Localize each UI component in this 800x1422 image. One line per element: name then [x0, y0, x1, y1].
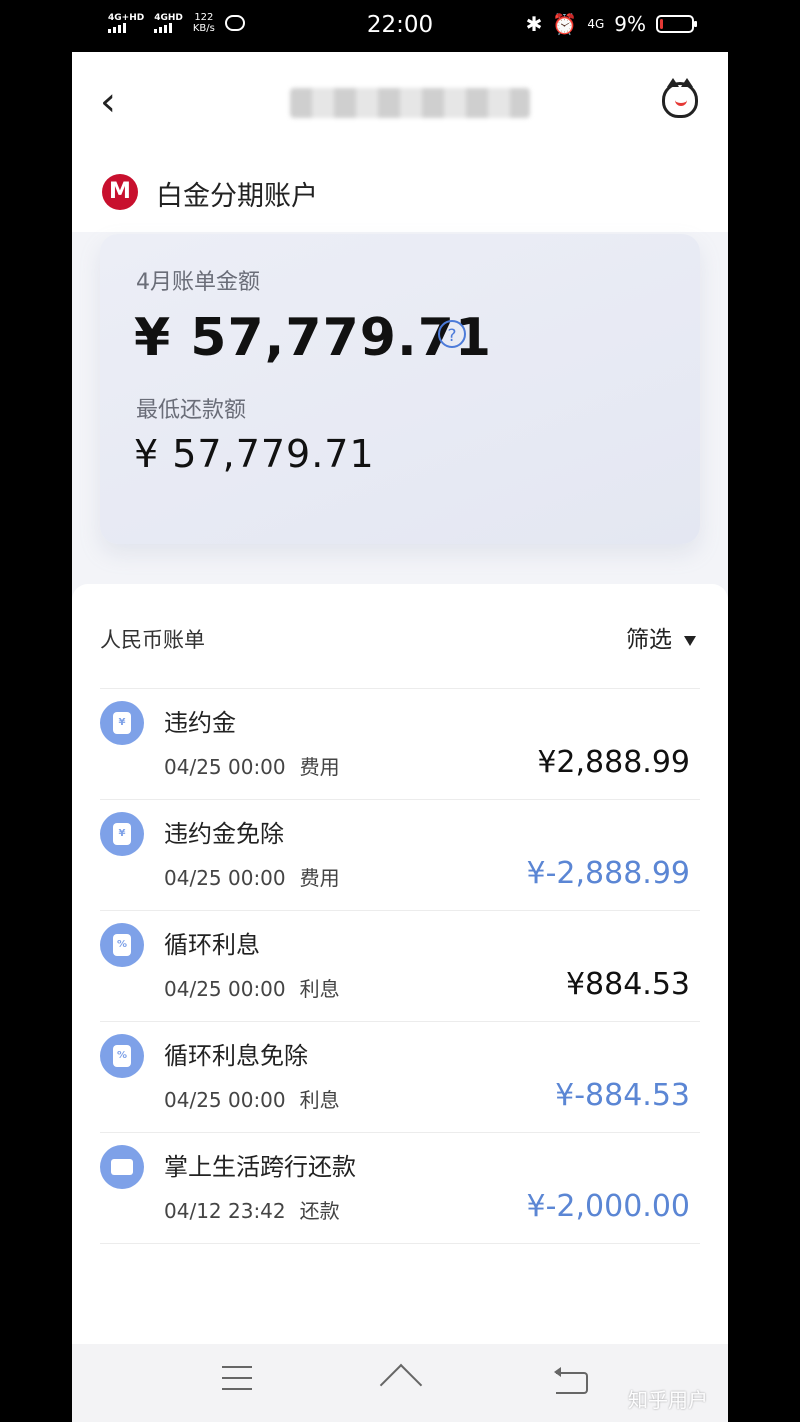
bluetooth-icon: ✱ — [525, 12, 543, 36]
bill-amount-label: 4月账单金额 — [136, 270, 260, 295]
section-title: 人民币账单 — [100, 628, 205, 652]
row-tag: 费用 — [299, 755, 340, 779]
row-amount: ¥-2,000.00 — [526, 1189, 690, 1224]
back-chevron-icon[interactable]: ‹ — [100, 82, 116, 122]
watermark: 知乎用户 — [628, 1388, 708, 1412]
network-type: 4G — [587, 17, 605, 31]
bill-summary-card: 4月账单金额 ¥ 57,779.71 ? 最低还款额 ¥ 57,779.71 — [100, 234, 700, 544]
row-meta: 04/25 00:00 费用 — [164, 862, 340, 891]
home-icon[interactable] — [382, 1364, 422, 1394]
row-datetime: 04/25 00:00 — [164, 866, 286, 890]
row-meta: 04/25 00:00 费用 — [164, 751, 340, 780]
yuan-doc-icon: ¥ — [100, 812, 144, 856]
battery-percent: 9% — [614, 12, 646, 36]
row-amount: ¥-884.53 — [555, 1078, 690, 1113]
row-title: 掌上生活跨行还款 — [164, 1153, 356, 1181]
menu-icon[interactable] — [222, 1366, 252, 1399]
row-meta: 04/25 00:00 利息 — [164, 1084, 340, 1113]
card-icon — [100, 1145, 144, 1189]
row-datetime: 04/25 00:00 — [164, 755, 286, 779]
battery-fill — [660, 19, 663, 29]
row-datetime: 04/12 23:42 — [164, 1199, 286, 1223]
filter-funnel-icon — [684, 635, 696, 646]
blurred-title — [290, 88, 530, 118]
filter-button[interactable]: 筛选 — [626, 620, 696, 654]
back-icon[interactable] — [554, 1367, 588, 1394]
row-amount: ¥2,888.99 — [537, 745, 690, 780]
status-right: ✱ ⏰ 4G 9% — [525, 12, 697, 36]
min-payment-label: 最低还款额 — [136, 398, 247, 423]
row-tag: 费用 — [299, 866, 340, 890]
row-title: 循环利息免除 — [164, 1042, 308, 1070]
alarm-icon: ⏰ — [552, 12, 578, 36]
battery-icon — [656, 15, 697, 33]
row-title: 循环利息 — [164, 931, 260, 959]
min-payment-amount: ¥ 57,779.71 — [134, 432, 375, 476]
status-bar: 4G+HD 4GHD 122 KB/s 22:00 ✱ ⏰ 4G 9% — [0, 0, 800, 52]
row-meta: 04/12 23:42 还款 — [164, 1195, 340, 1224]
row-meta: 04/25 00:00 利息 — [164, 973, 340, 1002]
nav-bar: ‹ — [72, 52, 728, 152]
table-row[interactable]: % 循环利息 04/25 00:00 利息 ¥884.53 — [100, 911, 700, 1022]
help-icon[interactable]: ? — [438, 320, 466, 348]
yuan-doc-icon: ¥ — [100, 701, 144, 745]
account-header: M 白金分期账户 — [72, 152, 728, 232]
cat-mascot-icon[interactable] — [662, 78, 698, 118]
table-row[interactable]: 掌上生活跨行还款 04/12 23:42 还款 ¥-2,000.00 — [100, 1133, 700, 1244]
table-row[interactable]: ¥ 违约金免除 04/25 00:00 费用 ¥-2,888.99 — [100, 800, 700, 911]
percent-doc-icon: % — [100, 923, 144, 967]
row-tag: 还款 — [299, 1199, 340, 1223]
table-row[interactable]: ¥ 违约金 04/25 00:00 费用 ¥2,888.99 — [100, 689, 700, 800]
filter-label: 筛选 — [626, 627, 672, 653]
row-datetime: 04/25 00:00 — [164, 977, 286, 1001]
account-name: 白金分期账户 — [156, 181, 318, 212]
row-tag: 利息 — [299, 1088, 340, 1112]
cmb-logo-icon: M — [102, 174, 138, 210]
table-row[interactable]: % 循环利息免除 04/25 00:00 利息 ¥-884.53 — [100, 1022, 700, 1133]
row-datetime: 04/25 00:00 — [164, 1088, 286, 1112]
rows: ¥ 违约金 04/25 00:00 费用 ¥2,888.99 ¥ 违约金免除 04… — [100, 688, 700, 1244]
app-screen: ‹ M 白金分期账户 4月账单金额 ¥ 57,779.71 ? 最低还款额 ¥ … — [72, 52, 728, 1422]
percent-doc-icon: % — [100, 1034, 144, 1078]
row-amount: ¥884.53 — [565, 967, 690, 1002]
row-title: 违约金免除 — [164, 820, 284, 848]
row-title: 违约金 — [164, 709, 236, 737]
transaction-list: 人民币账单 筛选 ¥ 违约金 04/25 00:00 费用 ¥2,888.99 ¥… — [72, 584, 728, 1344]
row-amount: ¥-2,888.99 — [526, 856, 690, 891]
row-tag: 利息 — [299, 977, 340, 1001]
